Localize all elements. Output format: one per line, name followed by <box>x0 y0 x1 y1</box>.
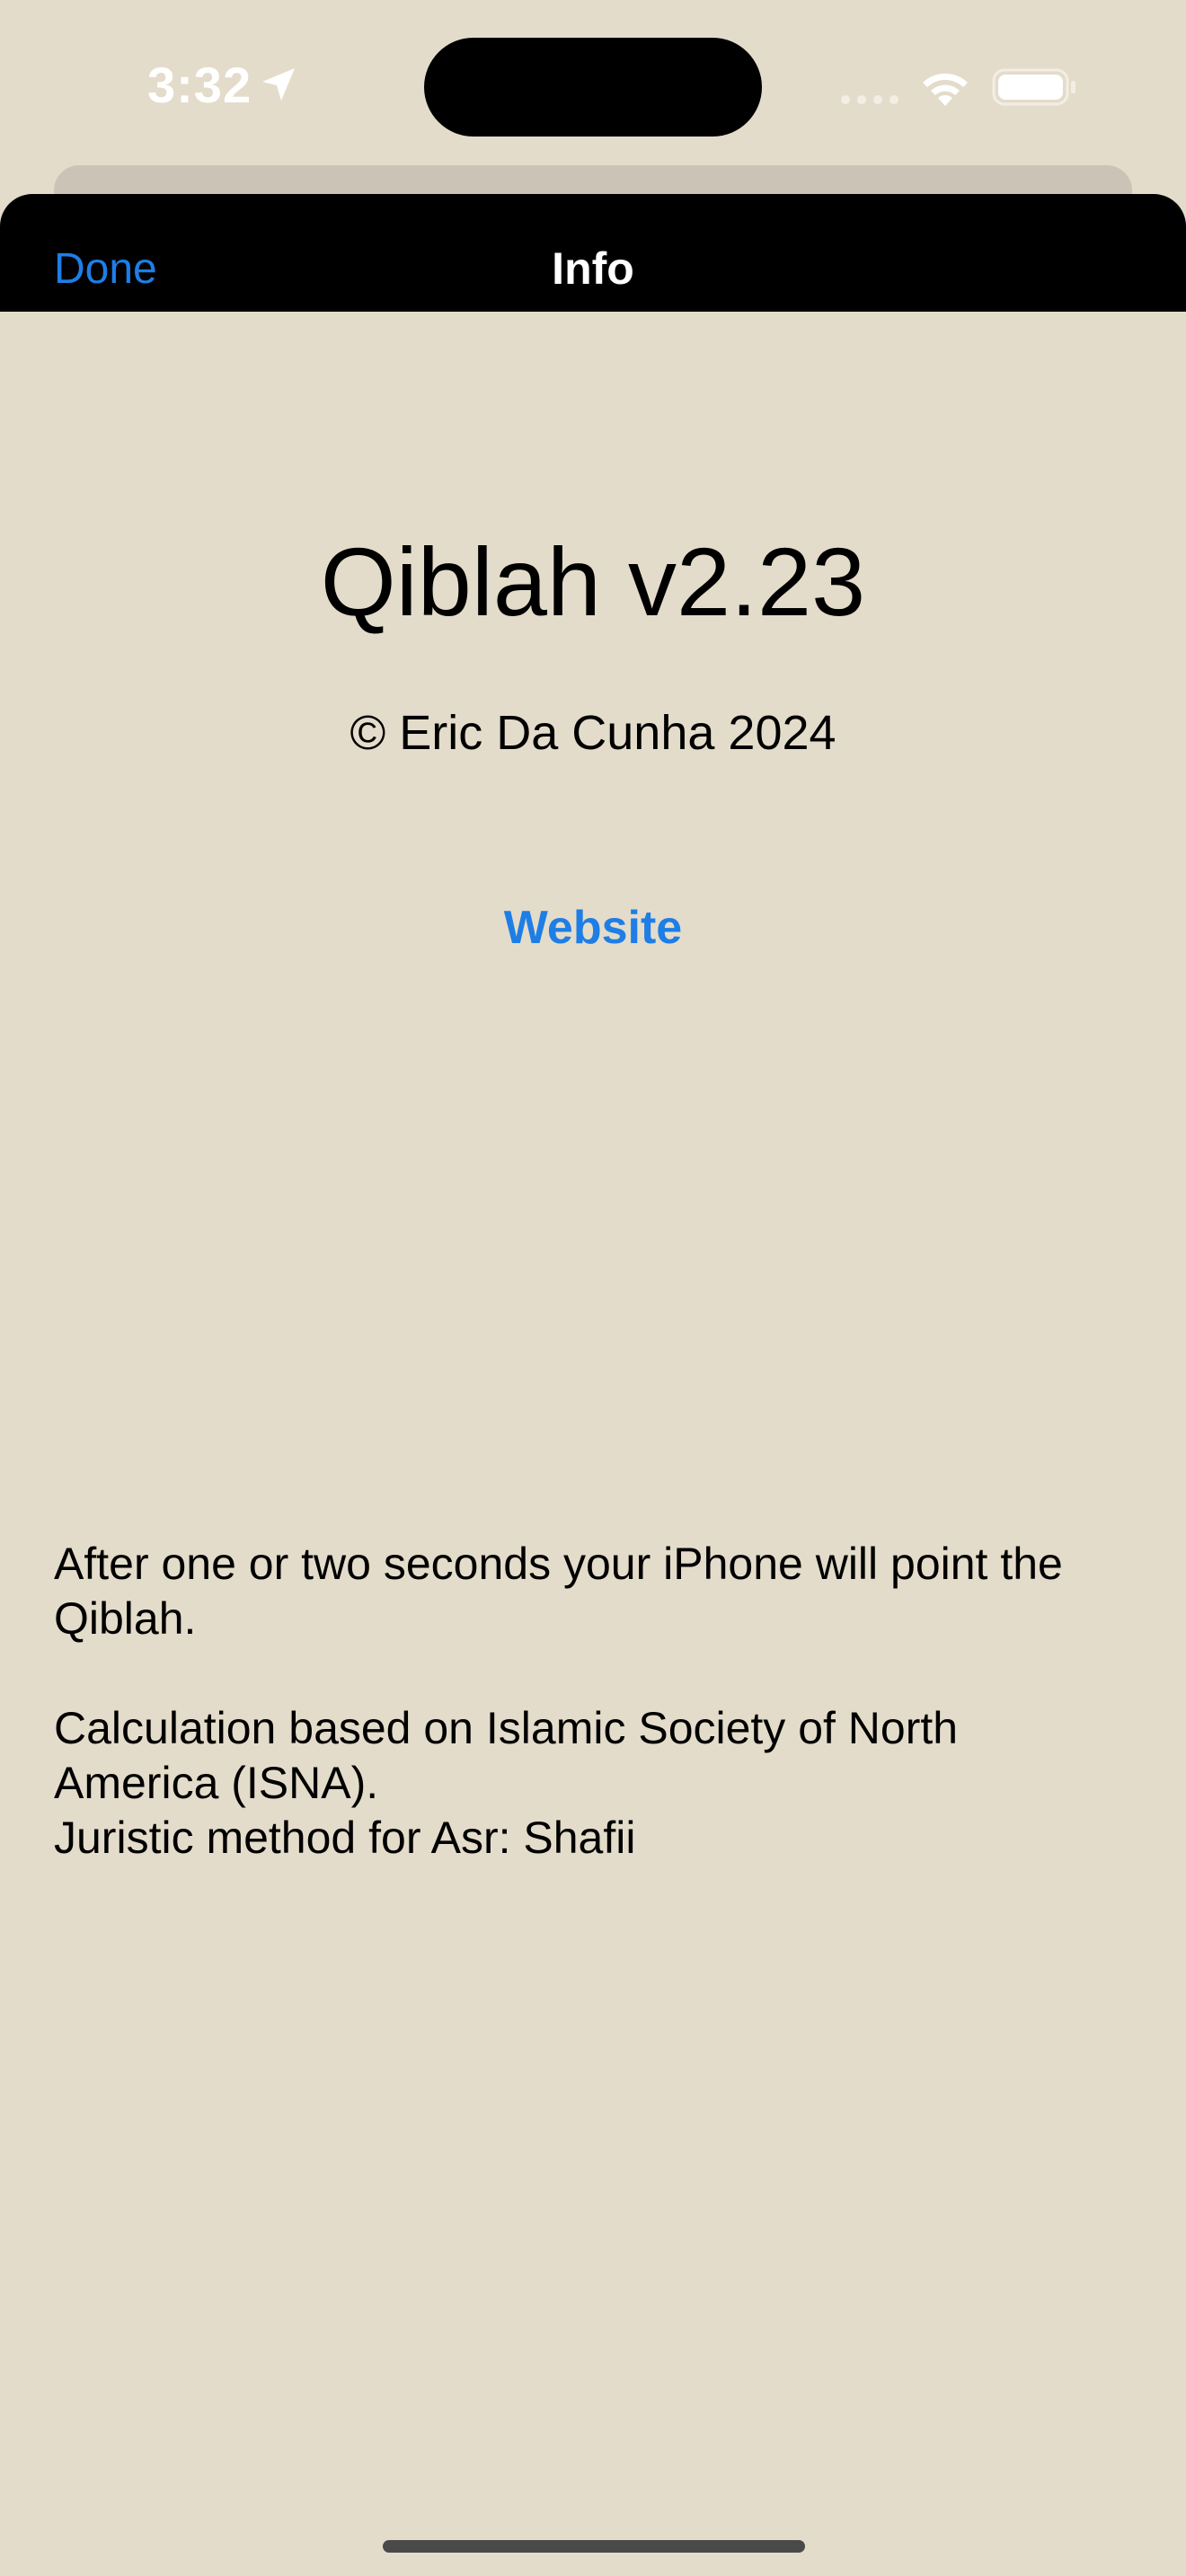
copyright-text: © Eric Da Cunha 2024 <box>350 706 836 760</box>
info-text: After one or two seconds your iPhone wil… <box>54 1537 1096 1866</box>
status-time: 3:32 <box>147 57 252 113</box>
battery-icon <box>992 68 1075 106</box>
info-line-calculation: Calculation based on Islamic Society of … <box>54 1703 959 1808</box>
info-gap <box>54 1646 1096 1701</box>
info-line-qiblah: After one or two seconds your iPhone wil… <box>54 1539 1063 1644</box>
wifi-icon <box>923 73 968 106</box>
status-bar: 3:32 <box>0 0 1186 171</box>
nav-bar: Done Info <box>0 194 1186 312</box>
info-content: Qiblah v2.23 © Eric Da Cunha 2024 Websit… <box>0 312 1186 2576</box>
home-indicator[interactable] <box>383 2540 805 2553</box>
app-title: Qiblah v2.23 <box>320 527 866 636</box>
website-link[interactable]: Website <box>0 901 1186 955</box>
signal-icon <box>841 95 898 104</box>
dynamic-island <box>424 38 762 137</box>
nav-title: Info <box>552 243 634 294</box>
location-arrow-icon <box>262 68 295 101</box>
info-line-juristic: Juristic method for Asr: Shafii <box>54 1813 636 1863</box>
